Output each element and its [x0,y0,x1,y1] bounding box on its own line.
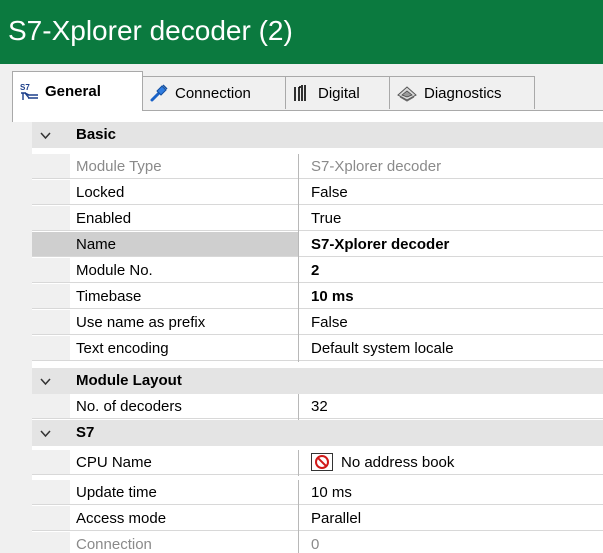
tab-connection[interactable]: Connection [142,76,286,109]
no-entry-icon [311,453,333,472]
category-basic-label: Basic [76,126,117,143]
property-value[interactable]: No address book [299,450,603,475]
property-row-use-name-as-prefix[interactable]: Use name as prefix False [32,310,603,336]
property-value[interactable]: Parallel [299,506,603,531]
category-basic[interactable]: Basic [32,122,603,148]
property-row-module-type[interactable]: Module Type S7-Xplorer decoder [32,154,603,180]
property-row-locked[interactable]: Locked False [32,180,603,206]
diagnostics-icon [397,86,417,102]
property-value[interactable]: False [299,310,603,335]
title-bar: S7-Xplorer decoder (2) [0,0,603,64]
svg-text:S7: S7 [20,83,30,92]
chevron-down-icon[interactable] [40,130,51,141]
tab-digital-label: Digital [318,84,360,102]
property-row-cpu-name[interactable]: CPU Name No address book [32,450,603,476]
category-module-layout-label: Module Layout [76,372,182,389]
tab-diagnostics-label: Diagnostics [424,84,502,102]
property-name: Timebase [32,284,298,309]
property-name: Use name as prefix [32,310,298,335]
property-value[interactable]: 32 [299,394,603,419]
property-name: Locked [32,180,298,205]
property-value[interactable]: 10 ms [299,480,603,505]
property-row-enabled[interactable]: Enabled True [32,206,603,232]
property-row-update-time[interactable]: Update time 10 ms [32,480,603,506]
connection-plug-icon [150,84,168,102]
cpu-name-value: No address book [341,454,455,471]
category-module-layout[interactable]: Module Layout [32,368,603,394]
property-name: Connection [32,532,298,553]
property-name: CPU Name [32,450,298,475]
property-value[interactable]: True [299,206,603,231]
property-value[interactable]: 10 ms [299,284,603,309]
digital-signal-icon [294,85,306,101]
tab-diagnostics[interactable]: Diagnostics [389,76,535,109]
tab-digital[interactable]: Digital [285,76,390,109]
s7-decoder-window: S7-Xplorer decoder (2) S7 General Connec… [0,0,603,553]
property-row-text-encoding[interactable]: Text encoding Default system locale [32,336,603,362]
property-name: Update time [32,480,298,505]
tab-general[interactable]: S7 General [12,71,143,111]
chevron-down-icon[interactable] [40,428,51,439]
property-name: Module No. [32,258,298,283]
property-row-access-mode[interactable]: Access mode Parallel [32,506,603,532]
property-value[interactable]: 2 [299,258,603,283]
property-name: Module Type [32,154,298,179]
tab-general-label: General [45,83,101,100]
property-name: Text encoding [32,336,298,361]
property-value[interactable]: Default system locale [299,336,603,361]
property-name: Name [32,232,298,257]
property-row-name[interactable]: Name S7-Xplorer decoder [32,232,603,258]
property-row-no-of-decoders[interactable]: No. of decoders 32 [32,394,603,420]
property-name: Enabled [32,206,298,231]
property-row-timebase[interactable]: Timebase 10 ms [32,284,603,310]
window-title: S7-Xplorer decoder (2) [8,15,293,46]
chevron-down-icon[interactable] [40,376,51,387]
property-value[interactable]: S7-Xplorer decoder [299,232,603,257]
property-row-module-no[interactable]: Module No. 2 [32,258,603,284]
tab-connection-label: Connection [175,84,251,102]
category-s7[interactable]: S7 [32,420,603,446]
category-s7-label: S7 [76,424,95,441]
property-value[interactable]: False [299,180,603,205]
property-value: S7-Xplorer decoder [299,154,603,179]
property-value: 0 [299,532,603,553]
property-grid-gutter [12,122,32,553]
property-row-connection[interactable]: Connection 0 [32,532,603,553]
property-name: Access mode [32,506,298,531]
s7-icon: S7 [20,83,38,100]
property-name: No. of decoders [32,394,298,419]
